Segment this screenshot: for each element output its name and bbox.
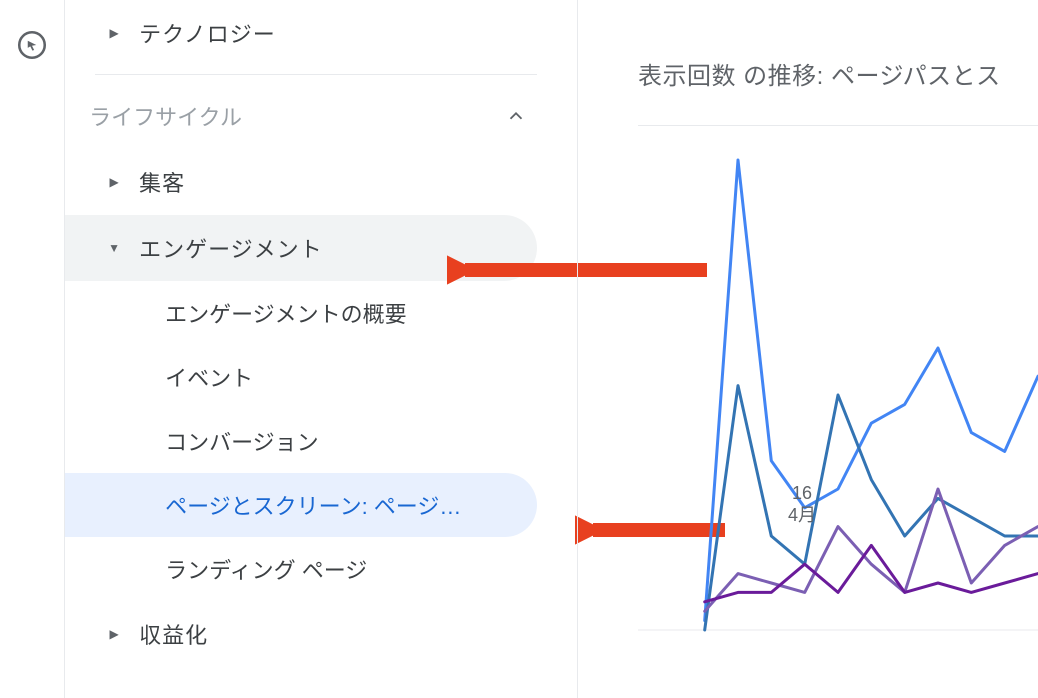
chart-title: 表示回数 の推移: ページパスとス [638,56,1038,91]
sidebar-item-label: テクノロジー [139,17,276,49]
section-label: ライフサイクル [89,100,242,132]
content-pane: 表示回数 の推移: ページパスとス 16 4月 [577,0,1038,698]
left-rail [0,0,65,698]
subitem-label: ランディング ページ [165,553,367,585]
subitem-label: イベント [165,361,253,393]
sidebar-item-label: 収益化 [139,618,208,650]
divider [638,125,1038,126]
expanded-arrow-icon: ▼ [89,241,139,255]
x-tick-month: 4月 [788,504,816,526]
subitem-label: ページとスクリーン: ページ… [165,489,461,521]
subitem-conversions[interactable]: コンバージョン [65,409,567,473]
sidebar-item-engagement[interactable]: ▼ エンゲージメント [65,215,537,281]
collapsed-arrow-icon: ▶ [89,26,139,40]
x-tick-value: 16 [788,482,816,504]
sidebar-item-technology[interactable]: ▶ テクノロジー [65,0,567,66]
subitem-label: エンゲージメントの概要 [165,297,407,329]
sidebar-item-monetization[interactable]: ▶ 収益化 [65,601,567,667]
sidebar-item-label: エンゲージメント [139,232,323,264]
sidebar-item-label: 集客 [139,166,185,198]
divider [95,74,537,75]
subitem-pages-screens[interactable]: ページとスクリーン: ページ… [65,473,537,537]
cursor-pointer-icon[interactable] [15,28,49,67]
subitem-landing-page[interactable]: ランディング ページ [65,537,567,601]
subitem-events[interactable]: イベント [65,345,567,409]
sidebar-item-acquisition[interactable]: ▶ 集客 [65,149,567,215]
sidebar-nav: ▶ テクノロジー ライフサイクル ▶ 集客 ▼ エンゲージメント エンゲージメン… [65,0,567,698]
collapsed-arrow-icon: ▶ [89,175,139,189]
x-axis-label: 16 4月 [788,482,816,526]
section-lifecycle-header[interactable]: ライフサイクル [65,83,567,149]
subitem-engagement-overview[interactable]: エンゲージメントの概要 [65,281,567,345]
collapsed-arrow-icon: ▶ [89,627,139,641]
subitem-label: コンバージョン [165,425,319,457]
chevron-up-icon [505,105,527,127]
line-chart [638,160,1038,630]
